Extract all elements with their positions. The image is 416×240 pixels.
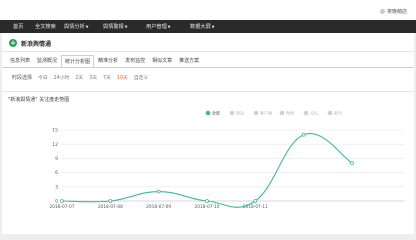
legend-marker xyxy=(303,110,309,116)
x-tick-label: 2018-07-07 xyxy=(50,204,75,210)
data-point xyxy=(60,199,64,203)
y-tick-label: 3 xyxy=(55,184,58,190)
data-point xyxy=(253,199,258,203)
series-line xyxy=(61,132,353,208)
legend-marker xyxy=(279,110,285,116)
data-point xyxy=(301,132,306,137)
top-bar: 夜晚萌店 xyxy=(0,0,416,20)
chevron-down-icon: ▼ xyxy=(85,25,89,29)
chevron-down-icon: ▼ xyxy=(124,25,128,29)
main-nav: 首页 全文搜索 舆情分析▼ 舆情警报▼ 用户管理▼ 数据大屏▼ xyxy=(0,20,416,33)
legend-marker xyxy=(229,110,235,116)
logo xyxy=(14,3,74,15)
legend-marker xyxy=(205,110,211,116)
y-tick-label: 12 xyxy=(52,142,58,148)
user-icon xyxy=(379,9,385,14)
legend-label: 全部 xyxy=(212,110,220,116)
nav-item-user-management[interactable]: 用户管理▼ xyxy=(146,23,170,30)
nav-item-fulltext-search[interactable]: 全文搜索 xyxy=(35,23,56,30)
nav-item-home[interactable]: 首页 xyxy=(13,23,23,30)
y-tick-label: 6 xyxy=(55,170,58,176)
legend-label: 论坛 xyxy=(310,110,318,116)
x-tick-label: 2018-07-10 xyxy=(195,204,220,210)
legend-label: 报刊 xyxy=(334,110,342,116)
x-tick-label: 2018-07-11 xyxy=(243,204,268,210)
x-tick-label: 2018-07-09 xyxy=(146,204,171,210)
trend-chart: 0 3 6 9 12 15 2018-07-07 2018-07-08 2018-07-09 20… xyxy=(50,110,404,210)
legend-label: 客户端 xyxy=(260,110,272,116)
data-point xyxy=(108,199,113,203)
y-tick-label: 0 xyxy=(55,199,58,205)
y-tick-label: 15 xyxy=(52,128,58,134)
nav-item-data-screen[interactable]: 数据大屏▼ xyxy=(190,23,214,30)
legend-marker xyxy=(327,110,333,116)
admin-account[interactable]: 夜晚萌店 xyxy=(379,8,407,15)
nav-item-opinion-alerts[interactable]: 舆情警报▼ xyxy=(103,23,127,30)
data-point xyxy=(350,161,354,166)
chevron-down-icon: ▼ xyxy=(167,25,171,29)
legend-label: 网站 xyxy=(236,110,244,116)
legend-label: 微博 xyxy=(286,110,294,116)
data-point xyxy=(156,189,161,194)
x-tick-label: 2018-07-08 xyxy=(98,204,123,210)
content-panel: + 新浪舆情通 信息列表 监测概况 统计分析图 精准分析 发布监控 相似文章 推… xyxy=(2,33,414,234)
data-point xyxy=(205,199,209,203)
legend-marker xyxy=(253,110,259,116)
nav-item-opinion-analysis[interactable]: 舆情分析▼ xyxy=(64,23,88,30)
y-tick-label: 9 xyxy=(55,156,58,162)
admin-label: 夜晚萌店 xyxy=(386,9,407,15)
chevron-down-icon: ▼ xyxy=(211,25,215,29)
